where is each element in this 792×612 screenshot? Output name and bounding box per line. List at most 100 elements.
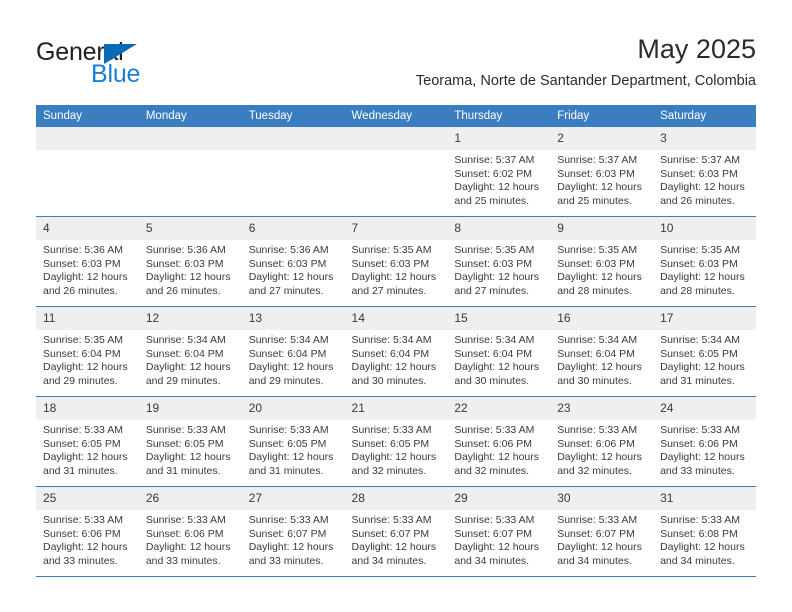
calendar-day-cell[interactable]: 31 Sunrise: 5:33 AM Sunset: 6:08 PM Dayligh… — [653, 486, 756, 577]
day-details: Sunrise: 5:33 AM Sunset: 6:06 PM Daylight:… — [550, 420, 653, 478]
calendar-day-cell[interactable]: 15 Sunrise: 5:34 AM Sunset: 6:04 PM Dayligh… — [447, 306, 551, 397]
daylight-text: Daylight: 12 hours and 34 minutes. — [454, 541, 540, 567]
calendar-week-row: 1 Sunrise: 5:37 AM Sunset: 6:02 PM Daylight… — [36, 127, 756, 217]
day-number — [138, 127, 242, 150]
sunrise-text: Sunrise: 5:33 AM — [43, 514, 123, 526]
sunrise-text: Sunrise: 5:33 AM — [351, 424, 432, 436]
calendar-day-cell[interactable]: 2 Sunrise: 5:37 AM Sunset: 6:03 PM Daylight… — [550, 127, 654, 217]
day-details: Sunrise: 5:34 AM Sunset: 6:04 PM Daylight:… — [139, 330, 242, 388]
sunset-text: Sunset: 6:06 PM — [145, 527, 224, 540]
sunrise-text: Sunrise: 5:37 AM — [454, 154, 535, 166]
calendar-day-cell[interactable]: 30 Sunrise: 5:33 AM Sunset: 6:07 PM Dayligh… — [550, 486, 654, 577]
calendar-day-cell[interactable]: 7 Sunrise: 5:35 AM Sunset: 6:03 PM Daylight… — [344, 216, 448, 307]
daylight-text: Daylight: 12 hours and 25 minutes. — [557, 181, 642, 207]
day-details: Sunrise: 5:35 AM Sunset: 6:03 PM Daylight:… — [447, 240, 550, 298]
sunrise-text: Sunrise: 5:33 AM — [43, 424, 123, 436]
day-number: 20 — [241, 397, 345, 420]
day-number: 19 — [138, 397, 242, 420]
general-blue-logo[interactable]: General Blue — [36, 38, 206, 88]
calendar-day-cell[interactable]: 12 Sunrise: 5:34 AM Sunset: 6:04 PM Dayligh… — [138, 306, 242, 397]
sunrise-text: Sunrise: 5:36 AM — [43, 244, 123, 256]
calendar-day-cell[interactable]: 28 Sunrise: 5:33 AM Sunset: 6:07 PM Dayligh… — [344, 486, 448, 577]
sunrise-text: Sunrise: 5:35 AM — [454, 244, 535, 256]
calendar-day-cell[interactable]: 14 Sunrise: 5:34 AM Sunset: 6:04 PM Dayligh… — [344, 306, 448, 397]
day-number: 11 — [36, 307, 139, 330]
calendar-day-cell[interactable]: 13 Sunrise: 5:34 AM Sunset: 6:04 PM Dayligh… — [241, 306, 345, 397]
sunset-text: Sunset: 6:03 PM — [660, 167, 738, 180]
sunset-text: Sunset: 6:03 PM — [660, 257, 738, 270]
calendar-day-cell[interactable]: 26 Sunrise: 5:33 AM Sunset: 6:06 PM Dayligh… — [138, 486, 242, 577]
calendar-day-cell[interactable]: 27 Sunrise: 5:33 AM Sunset: 6:07 PM Dayligh… — [241, 486, 345, 577]
calendar-day-cell[interactable]: 21 Sunrise: 5:33 AM Sunset: 6:05 PM Dayligh… — [344, 396, 448, 487]
calendar-day-cell[interactable]: 8 Sunrise: 5:35 AM Sunset: 6:03 PM Daylight… — [447, 216, 551, 307]
sunrise-text: Sunrise: 5:33 AM — [248, 424, 329, 436]
sunset-text: Sunset: 6:06 PM — [660, 437, 738, 450]
day-number: 9 — [550, 217, 654, 240]
calendar-day-cell[interactable]: 25 Sunrise: 5:33 AM Sunset: 6:06 PM Dayligh… — [36, 486, 139, 577]
daylight-text: Daylight: 12 hours and 31 minutes. — [248, 451, 334, 477]
day-number: 7 — [344, 217, 448, 240]
day-number: 31 — [653, 487, 756, 510]
calendar-day-cell[interactable]: 22 Sunrise: 5:33 AM Sunset: 6:06 PM Dayligh… — [447, 396, 551, 487]
day-number: 2 — [550, 127, 654, 150]
sunset-text: Sunset: 6:04 PM — [145, 347, 224, 360]
calendar-week-row: 11 Sunrise: 5:35 AM Sunset: 6:04 PM Dayligh… — [36, 306, 756, 397]
sunset-text: Sunset: 6:05 PM — [145, 437, 224, 450]
sunset-text: Sunset: 6:07 PM — [248, 527, 327, 540]
daylight-text: Daylight: 12 hours and 32 minutes. — [351, 451, 437, 477]
calendar-day-cell[interactable]: 24 Sunrise: 5:33 AM Sunset: 6:06 PM Dayligh… — [653, 396, 756, 487]
day-number: 12 — [138, 307, 242, 330]
calendar-day-cell[interactable]: 17 Sunrise: 5:34 AM Sunset: 6:05 PM Dayligh… — [653, 306, 756, 397]
weekday-header-thursday: Thursday — [447, 105, 551, 127]
daylight-text: Daylight: 12 hours and 34 minutes. — [660, 541, 745, 567]
calendar-day-cell[interactable]: 29 Sunrise: 5:33 AM Sunset: 6:07 PM Dayligh… — [447, 486, 551, 577]
calendar-day-cell[interactable]: 11 Sunrise: 5:35 AM Sunset: 6:04 PM Dayligh… — [36, 306, 139, 397]
calendar-day-cell[interactable]: 23 Sunrise: 5:33 AM Sunset: 6:06 PM Dayligh… — [550, 396, 654, 487]
day-number: 6 — [241, 217, 345, 240]
calendar-body: 1 Sunrise: 5:37 AM Sunset: 6:02 PM Daylight… — [36, 127, 756, 577]
day-number: 22 — [447, 397, 551, 420]
sunrise-text: Sunrise: 5:34 AM — [660, 334, 741, 346]
day-number: 16 — [550, 307, 654, 330]
sunrise-text: Sunrise: 5:35 AM — [660, 244, 741, 256]
calendar-day-cell[interactable]: 1 Sunrise: 5:37 AM Sunset: 6:02 PM Daylight… — [447, 127, 551, 217]
day-details: Sunrise: 5:33 AM Sunset: 6:07 PM Daylight:… — [345, 510, 448, 568]
day-number: 15 — [447, 307, 551, 330]
calendar-day-cell[interactable]: 16 Sunrise: 5:34 AM Sunset: 6:04 PM Dayligh… — [550, 306, 654, 397]
calendar-day-cell[interactable]: 10 Sunrise: 5:35 AM Sunset: 6:03 PM Dayligh… — [653, 216, 756, 307]
sunrise-text: Sunrise: 5:33 AM — [557, 514, 638, 526]
calendar-day-cell[interactable]: 18 Sunrise: 5:33 AM Sunset: 6:05 PM Dayligh… — [36, 396, 139, 487]
day-details: Sunrise: 5:35 AM Sunset: 6:03 PM Daylight:… — [653, 240, 756, 298]
sunrise-text: Sunrise: 5:33 AM — [351, 514, 432, 526]
calendar-day-cell[interactable]: 20 Sunrise: 5:33 AM Sunset: 6:05 PM Dayligh… — [241, 396, 345, 487]
calendar-day-cell[interactable]: 6 Sunrise: 5:36 AM Sunset: 6:03 PM Daylight… — [241, 216, 345, 307]
daylight-text: Daylight: 12 hours and 28 minutes. — [660, 271, 745, 297]
day-details: Sunrise: 5:37 AM Sunset: 6:03 PM Daylight:… — [550, 150, 653, 208]
daylight-text: Daylight: 12 hours and 26 minutes. — [145, 271, 231, 297]
calendar-day-cell[interactable]: 4 Sunrise: 5:36 AM Sunset: 6:03 PM Daylight… — [36, 216, 139, 307]
daylight-text: Daylight: 12 hours and 31 minutes. — [43, 451, 128, 477]
sunrise-text: Sunrise: 5:33 AM — [454, 514, 535, 526]
sunrise-text: Sunrise: 5:34 AM — [454, 334, 535, 346]
calendar-day-cell[interactable]: 5 Sunrise: 5:36 AM Sunset: 6:03 PM Daylight… — [138, 216, 242, 307]
title-block: May 2025 Teorama, Norte de Santander Dep… — [416, 33, 756, 91]
calendar-day-cell[interactable]: 3 Sunrise: 5:37 AM Sunset: 6:03 PM Daylight… — [653, 127, 756, 217]
day-details: Sunrise: 5:33 AM Sunset: 6:08 PM Daylight:… — [653, 510, 756, 568]
sunset-text: Sunset: 6:07 PM — [351, 527, 430, 540]
sunrise-text: Sunrise: 5:36 AM — [145, 244, 226, 256]
daylight-text: Daylight: 12 hours and 33 minutes. — [43, 541, 128, 567]
daylight-text: Daylight: 12 hours and 33 minutes. — [145, 541, 231, 567]
day-details: Sunrise: 5:35 AM Sunset: 6:04 PM Daylight:… — [36, 330, 139, 388]
sunrise-text: Sunrise: 5:35 AM — [557, 244, 638, 256]
day-number: 17 — [653, 307, 756, 330]
daylight-text: Daylight: 12 hours and 27 minutes. — [248, 271, 334, 297]
sunset-text: Sunset: 6:06 PM — [43, 527, 121, 540]
calendar-day-cell[interactable]: 19 Sunrise: 5:33 AM Sunset: 6:05 PM Dayligh… — [138, 396, 242, 487]
day-number: 28 — [344, 487, 448, 510]
day-number: 13 — [241, 307, 345, 330]
calendar-week-row: 4 Sunrise: 5:36 AM Sunset: 6:03 PM Daylight… — [36, 216, 756, 307]
daylight-text: Daylight: 12 hours and 34 minutes. — [351, 541, 437, 567]
sunrise-text: Sunrise: 5:36 AM — [248, 244, 329, 256]
daylight-text: Daylight: 12 hours and 31 minutes. — [145, 451, 231, 477]
calendar-day-cell[interactable]: 9 Sunrise: 5:35 AM Sunset: 6:03 PM Daylight… — [550, 216, 654, 307]
